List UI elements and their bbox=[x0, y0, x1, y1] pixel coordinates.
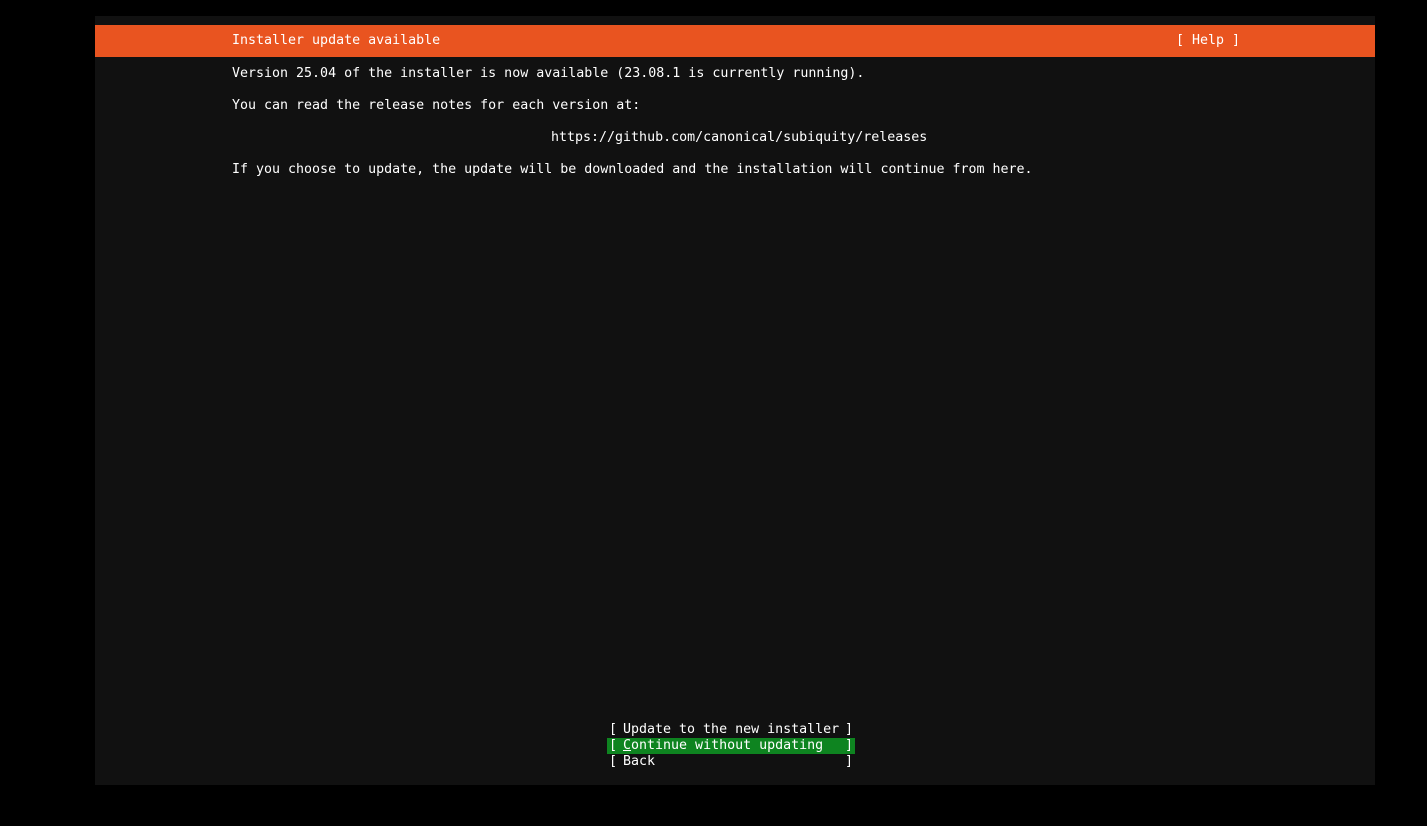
right-bracket: ] bbox=[844, 722, 853, 737]
release-notes-url: https://github.com/canonical/subiquity/r… bbox=[551, 130, 928, 145]
back-button[interactable]: [ Back ] bbox=[607, 754, 855, 770]
button-label: Back bbox=[623, 754, 656, 769]
button-label-rest: ontinue without updating bbox=[631, 738, 824, 753]
version-text: Version 25.04 of the installer is now av… bbox=[232, 66, 865, 81]
update-installer-button[interactable]: [ Update to the new installer ] bbox=[607, 722, 855, 738]
right-bracket: ] bbox=[844, 738, 853, 753]
button-label: Continue without updating bbox=[623, 738, 823, 754]
right-bracket: ] bbox=[844, 754, 853, 769]
installer-screen: Installer update available [ Help ] Vers… bbox=[95, 16, 1375, 785]
release-notes-text: You can read the release notes for each … bbox=[232, 98, 641, 113]
header-bar: Installer update available [ Help ] bbox=[95, 25, 1375, 57]
continue-without-updating-button[interactable]: [ Continue without updating ] bbox=[607, 738, 855, 754]
action-buttons: [ Update to the new installer ] [ Contin… bbox=[607, 722, 855, 770]
page-title: Installer update available bbox=[232, 33, 441, 48]
update-info-text: If you choose to update, the update will… bbox=[232, 162, 1033, 177]
cursor-char: C bbox=[623, 738, 632, 753]
left-bracket: [ bbox=[609, 754, 618, 769]
left-bracket: [ bbox=[609, 738, 618, 753]
left-bracket: [ bbox=[609, 722, 618, 737]
button-label: Update to the new installer bbox=[623, 722, 840, 737]
help-button[interactable]: [ Help ] bbox=[1176, 33, 1240, 49]
